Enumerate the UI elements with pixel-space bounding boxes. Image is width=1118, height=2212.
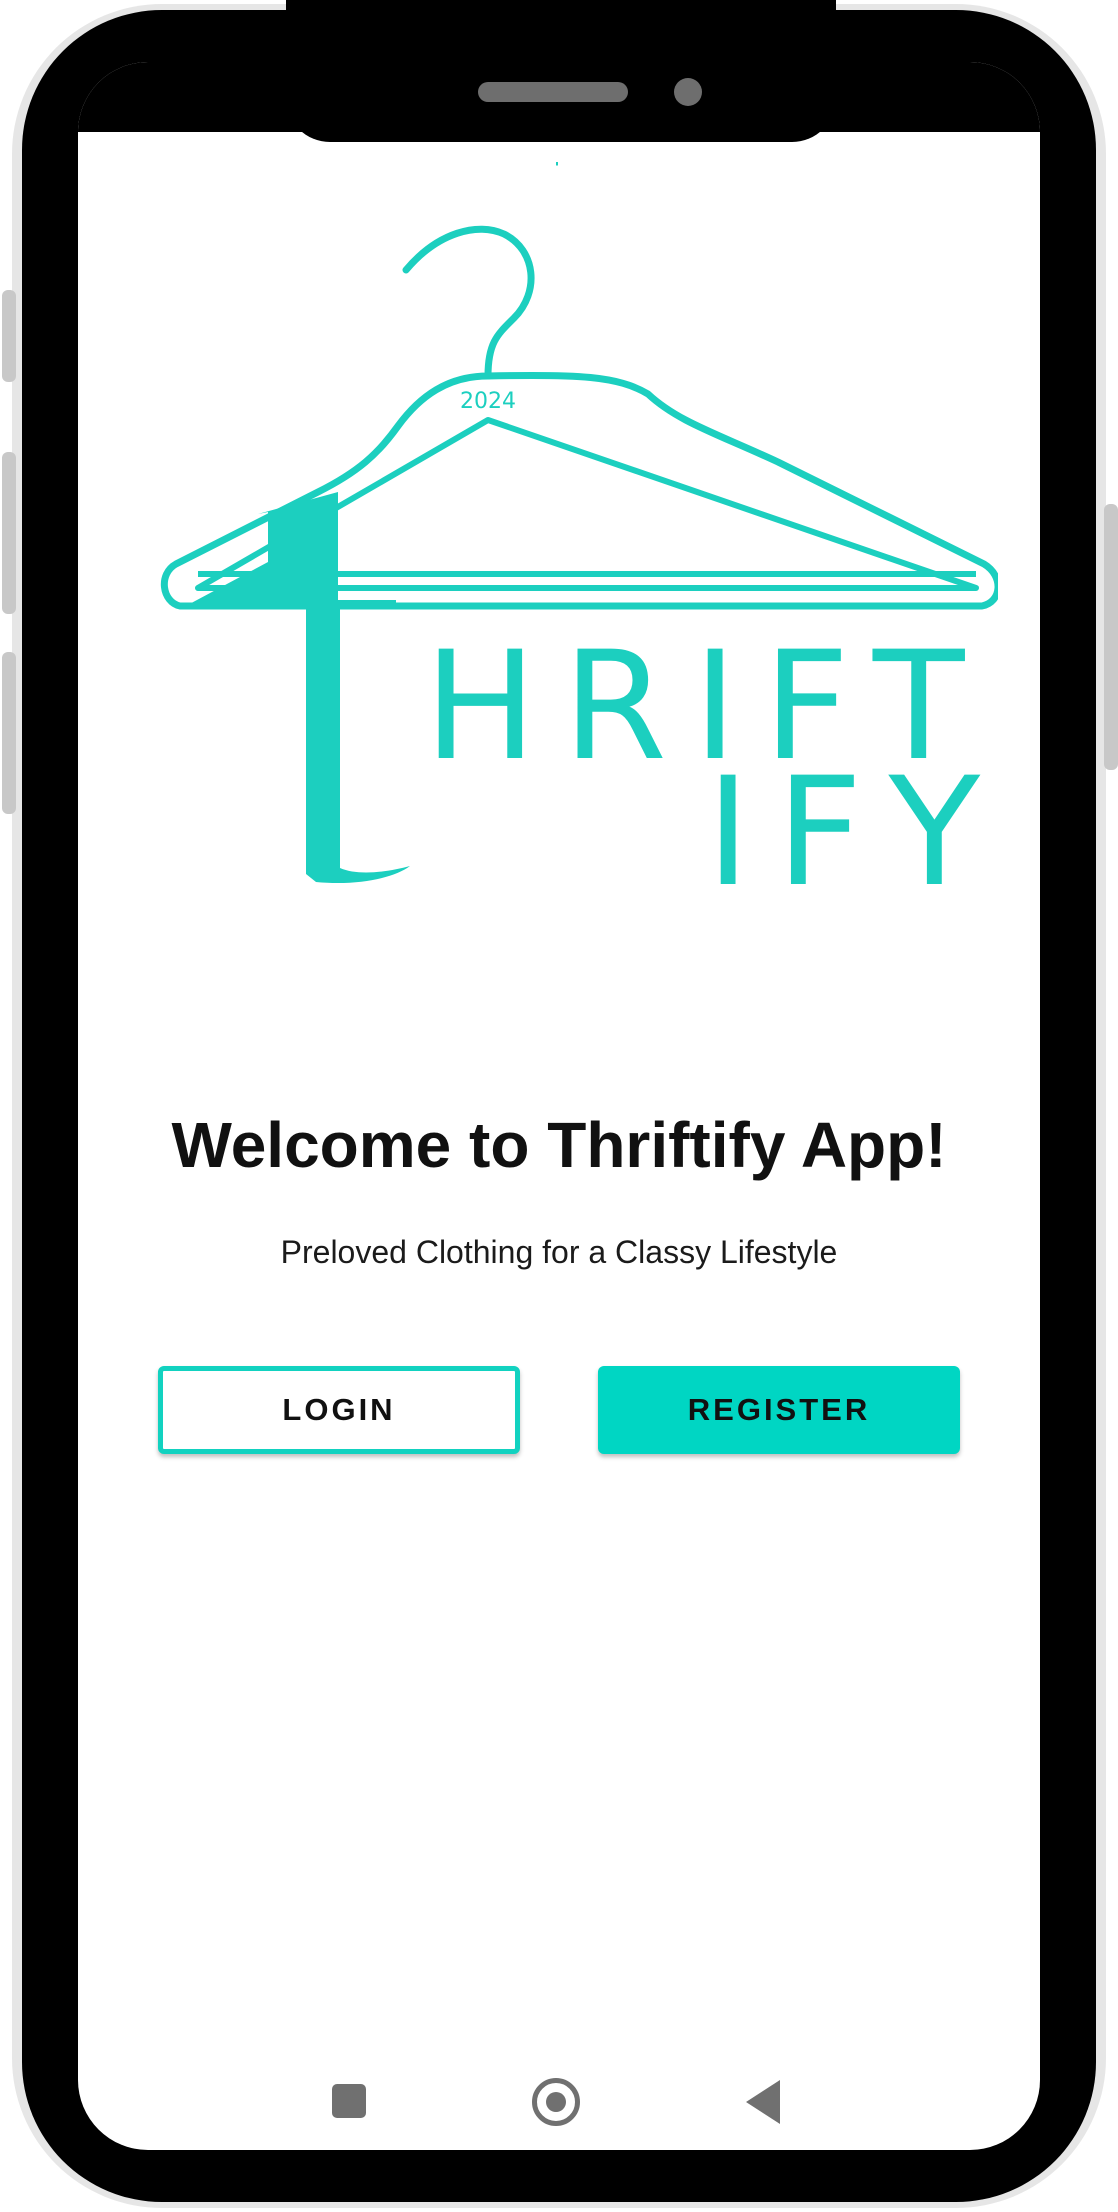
power-button xyxy=(1104,504,1118,770)
welcome-title: Welcome to Thriftify App! xyxy=(171,1109,947,1181)
volume-up-button xyxy=(2,290,16,382)
front-camera-icon xyxy=(674,78,702,106)
back-triangle-icon[interactable] xyxy=(746,2080,780,2124)
thriftify-logo: 2024 HRIFT IFY xyxy=(160,162,998,920)
logo-initial-t-icon xyxy=(182,492,410,884)
speaker-grille xyxy=(478,82,628,102)
login-button[interactable]: LOGIN xyxy=(158,1366,520,1454)
app-screen: 2024 HRIFT IFY Welcome to Thriftify App!… xyxy=(78,62,1040,2150)
welcome-subtitle: Preloved Clothing for a Classy Lifestyle xyxy=(280,1234,838,1270)
register-button[interactable]: REGISTER xyxy=(598,1366,960,1454)
logo-year: 2024 xyxy=(460,389,516,414)
mute-switch xyxy=(2,652,16,814)
system-nav-bar xyxy=(78,2062,1040,2150)
volume-down-button xyxy=(2,452,16,614)
logo-word-bottom: IFY xyxy=(706,746,998,920)
home-dot-icon xyxy=(546,2092,566,2112)
camera-notch xyxy=(286,0,836,142)
recents-square-icon[interactable] xyxy=(332,2084,366,2118)
home-circle-icon[interactable] xyxy=(532,2078,580,2126)
